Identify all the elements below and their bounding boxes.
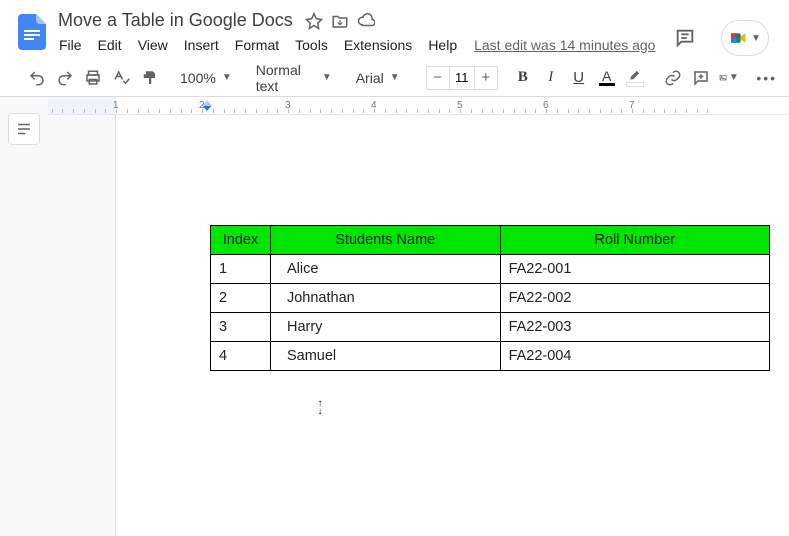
table-row[interactable]: 2JohnathanFA22-002 (211, 284, 770, 313)
underline-button[interactable]: U (566, 65, 592, 91)
document-title[interactable]: Move a Table in Google Docs (54, 10, 297, 31)
font-size-decrease[interactable]: − (427, 67, 449, 89)
table-row[interactable]: 4SamuelFA22-004 (211, 342, 770, 371)
arrow-down-icon: ↓ (318, 408, 323, 416)
cell-roll[interactable]: FA22-001 (500, 255, 769, 284)
menu-format[interactable]: Format (228, 35, 286, 55)
paint-format-button[interactable] (136, 65, 162, 91)
menu-insert[interactable]: Insert (177, 35, 226, 55)
insert-link-button[interactable] (660, 65, 686, 91)
indent-marker[interactable] (202, 105, 212, 111)
add-comment-button[interactable] (688, 65, 714, 91)
table-row[interactable]: 3HarryFA22-003 (211, 313, 770, 342)
paragraph-style-select[interactable]: Normal text ▼ (250, 65, 338, 91)
font-family-select[interactable]: Arial ▼ (350, 65, 414, 91)
cell-roll[interactable]: FA22-003 (500, 313, 769, 342)
redo-button[interactable] (52, 65, 78, 91)
cell-name[interactable]: Samuel (270, 342, 500, 371)
zoom-value: 100% (180, 70, 216, 86)
undo-button[interactable] (24, 65, 50, 91)
more-toolbar-button[interactable]: ••• (754, 65, 780, 91)
chevron-down-icon: ▼ (729, 72, 739, 83)
font-size-input[interactable] (449, 67, 475, 89)
horizontal-ruler[interactable]: 1234567 (48, 97, 789, 115)
print-button[interactable] (80, 65, 106, 91)
chevron-down-icon: ▼ (751, 33, 761, 44)
comments-history-icon[interactable] (665, 18, 705, 58)
content-table[interactable]: Index Students Name Roll Number 1AliceFA… (210, 225, 770, 371)
font-size-group: − + (426, 66, 498, 90)
menu-help[interactable]: Help (421, 35, 464, 55)
menu-file[interactable]: File (52, 35, 89, 55)
cell-name[interactable]: Harry (270, 313, 500, 342)
cell-roll[interactable]: FA22-002 (500, 284, 769, 313)
menu-edit[interactable]: Edit (91, 35, 129, 55)
meet-button[interactable]: ▼ (721, 20, 769, 56)
spellcheck-button[interactable] (108, 65, 134, 91)
document-page[interactable]: Index Students Name Roll Number 1AliceFA… (116, 115, 789, 536)
bold-button[interactable]: B (510, 65, 536, 91)
header-index[interactable]: Index (211, 226, 271, 255)
chevron-down-icon: ▼ (322, 72, 332, 83)
font-family-value: Arial (356, 70, 384, 86)
chevron-down-icon: ▼ (222, 72, 232, 83)
row-resize-handle[interactable]: ↑ ↓ (312, 397, 328, 419)
table-header-row[interactable]: Index Students Name Roll Number (211, 226, 770, 255)
highlight-color-button[interactable] (622, 65, 648, 91)
header-roll[interactable]: Roll Number (500, 226, 769, 255)
document-outline-button[interactable] (8, 113, 40, 145)
menu-view[interactable]: View (131, 35, 175, 55)
italic-button[interactable]: I (538, 65, 564, 91)
insert-image-button[interactable]: ▼ (716, 65, 742, 91)
cell-index[interactable]: 1 (211, 255, 271, 284)
font-size-increase[interactable]: + (475, 67, 497, 89)
cell-name[interactable]: Johnathan (270, 284, 500, 313)
docs-logo-icon[interactable] (14, 14, 50, 50)
move-to-folder-icon[interactable] (331, 12, 349, 30)
text-color-button[interactable]: A (594, 65, 620, 91)
cell-index[interactable]: 3 (211, 313, 271, 342)
header-name[interactable]: Students Name (270, 226, 500, 255)
cell-roll[interactable]: FA22-004 (500, 342, 769, 371)
cell-index[interactable]: 4 (211, 342, 271, 371)
star-icon[interactable] (305, 12, 323, 30)
last-edit-link[interactable]: Last edit was 14 minutes ago (474, 37, 655, 53)
cloud-status-icon[interactable] (357, 12, 375, 30)
cell-index[interactable]: 2 (211, 284, 271, 313)
paragraph-style-value: Normal text (256, 62, 316, 94)
table-row[interactable]: 1AliceFA22-001 (211, 255, 770, 284)
menu-extensions[interactable]: Extensions (337, 35, 419, 55)
chevron-down-icon: ▼ (390, 72, 400, 83)
zoom-select[interactable]: 100% ▼ (174, 65, 238, 91)
menu-tools[interactable]: Tools (288, 35, 335, 55)
cell-name[interactable]: Alice (270, 255, 500, 284)
